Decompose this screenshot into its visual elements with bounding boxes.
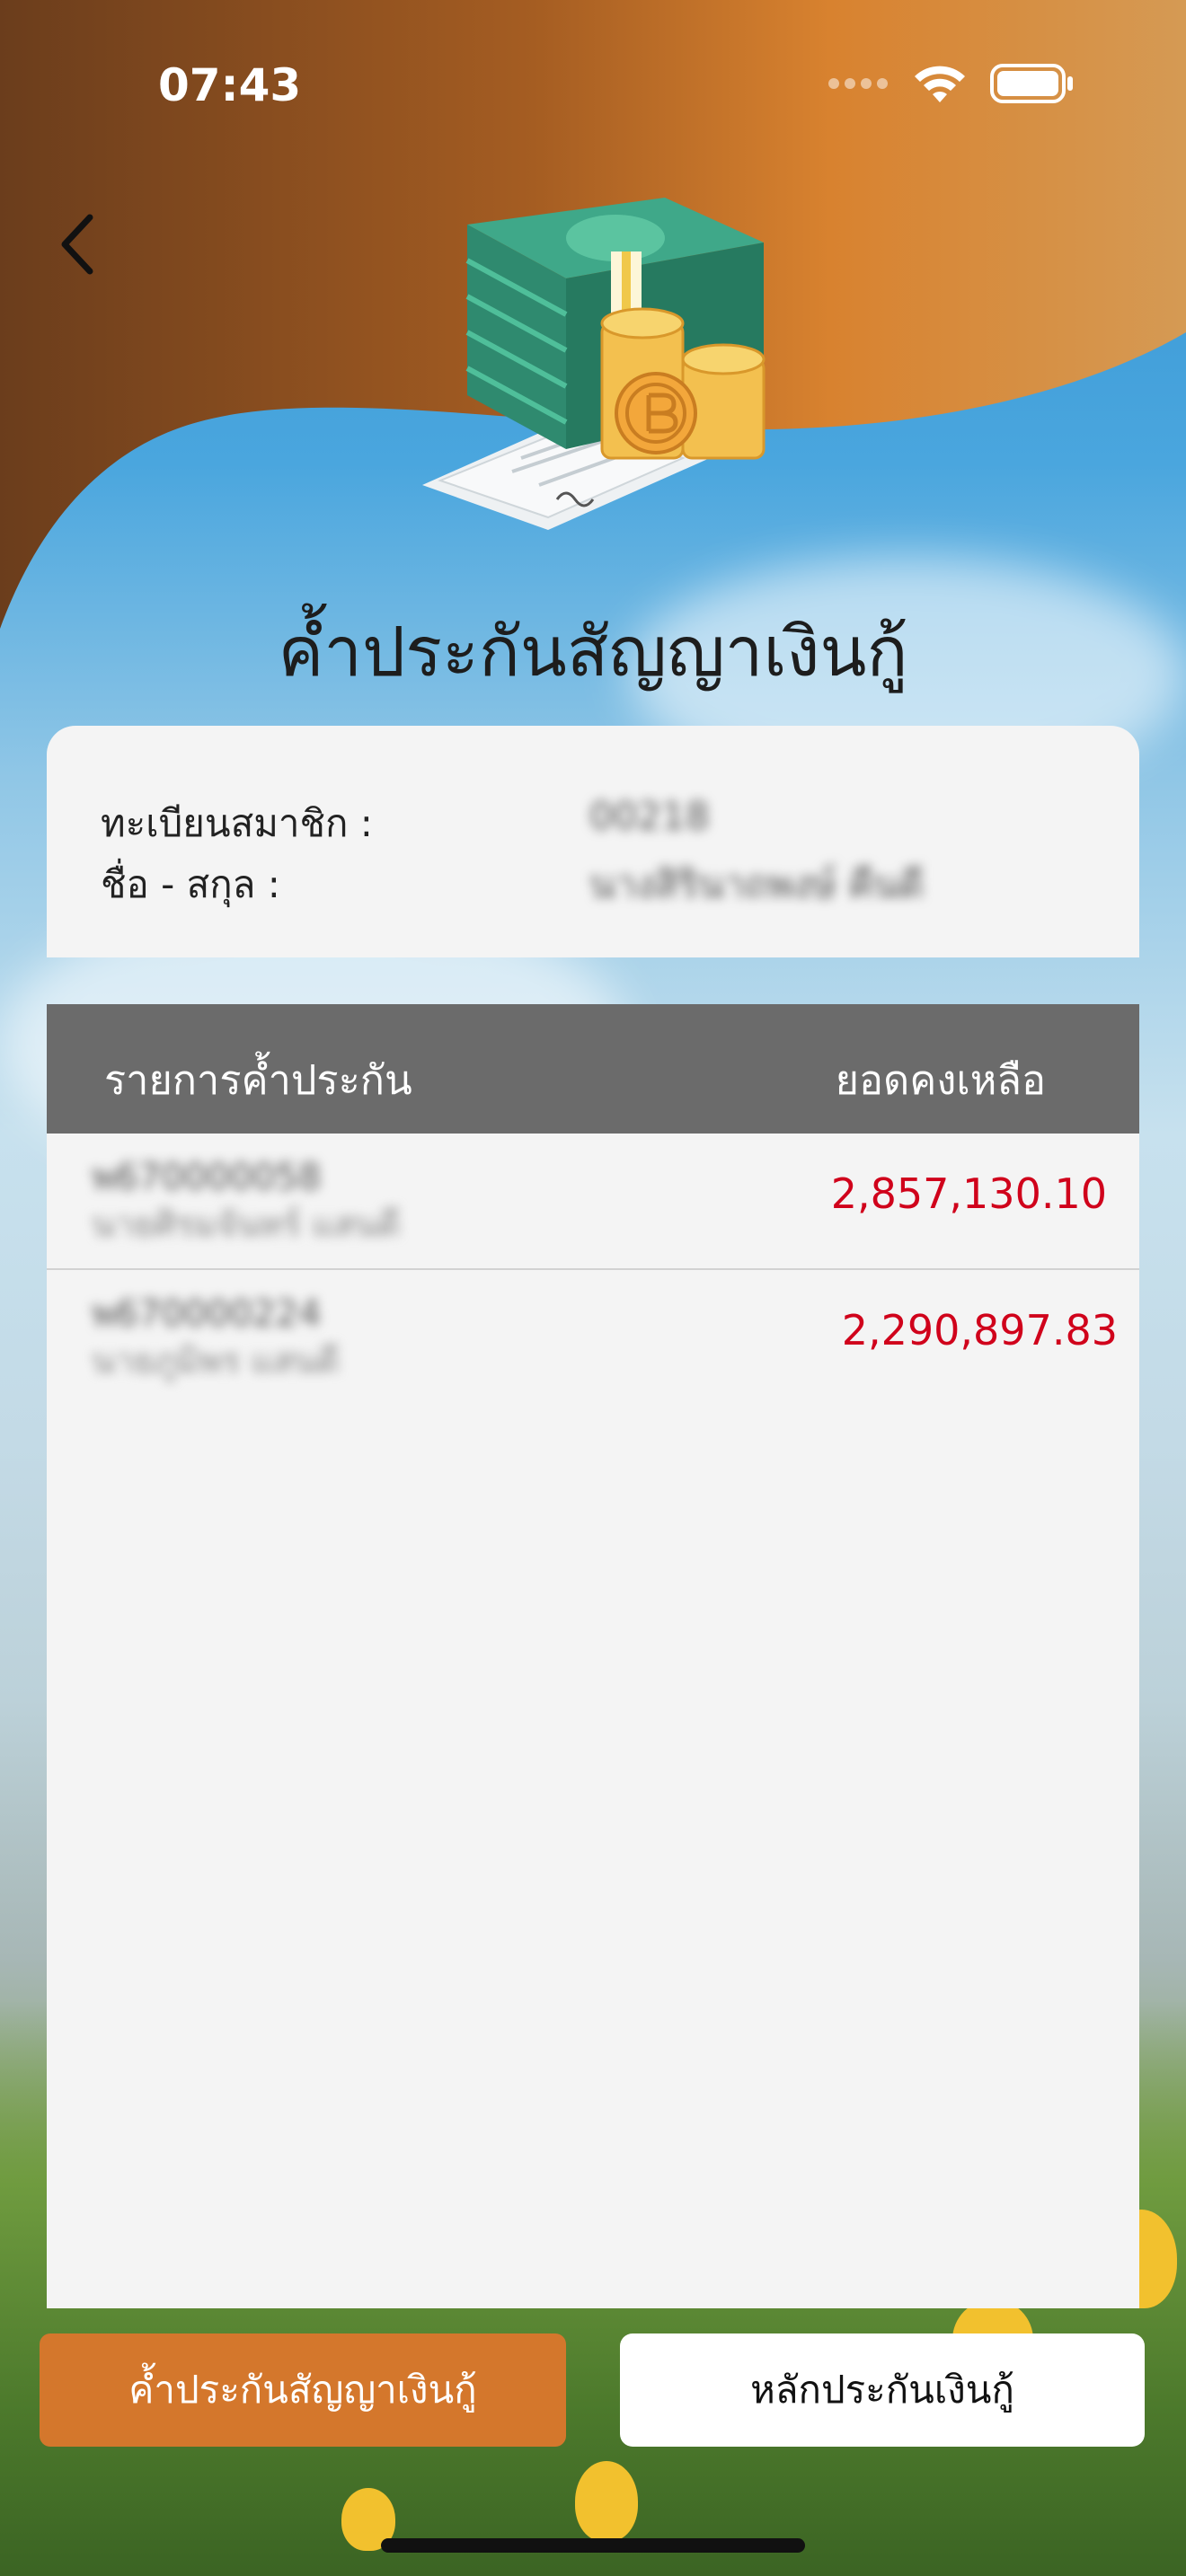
home-indicator	[381, 2538, 805, 2553]
table-row[interactable]: พ670000224 นายภูมิพร แสนดี 2,290,897.83	[47, 1270, 1139, 1405]
signal-icon	[827, 75, 890, 96]
column-header-balance: ยอดคงเหลือ	[835, 1056, 1046, 1104]
borrower-name: นายภูมิพร แสนดี	[92, 1341, 340, 1381]
table-row[interactable]: พ670000058 นายศิรมจันทร์ แสนดี 2,857,130…	[47, 1134, 1139, 1270]
member-name-value: นางสิรินาถพงษ์ คืนดี	[589, 862, 925, 906]
money-stack-illustration	[422, 198, 766, 530]
page-title: ค้ำประกันสัญญาเงินกู้	[278, 612, 908, 692]
status-time: 07:43	[158, 59, 302, 111]
wifi-icon	[913, 63, 967, 108]
member-id-value: 00218	[589, 794, 710, 838]
member-info-card: ทะเบียนสมาชิก : 00218 ชื่อ - สกุล : นางส…	[47, 726, 1139, 957]
status-icons	[827, 63, 1075, 108]
guarantee-contract-button[interactable]: ค้ำประกันสัญญาเงินกู้	[40, 2333, 566, 2447]
balance-amount: 2,290,897.83	[841, 1306, 1118, 1354]
table-header: รายการค้ำประกัน ยอดคงเหลือ	[47, 1004, 1139, 1134]
loan-collateral-button[interactable]: หลักประกันเงินกู้	[620, 2333, 1145, 2447]
member-name-label: ชื่อ - สกุล :	[101, 862, 280, 906]
borrower-name: นายศิรมจันทร์ แสนดี	[92, 1204, 401, 1244]
balance-amount: 2,857,130.10	[830, 1169, 1107, 1218]
battery-icon	[990, 63, 1075, 108]
back-button[interactable]	[52, 208, 115, 280]
chevron-left-icon	[61, 214, 93, 275]
member-id-label: ทะเบียนสมาชิก :	[101, 801, 373, 845]
guarantee-table: รายการค้ำประกัน ยอดคงเหลือ พ670000058 นา…	[47, 1004, 1139, 2308]
column-header-guarantee: รายการค้ำประกัน	[104, 1056, 412, 1104]
tulip-flower	[575, 2461, 638, 2542]
